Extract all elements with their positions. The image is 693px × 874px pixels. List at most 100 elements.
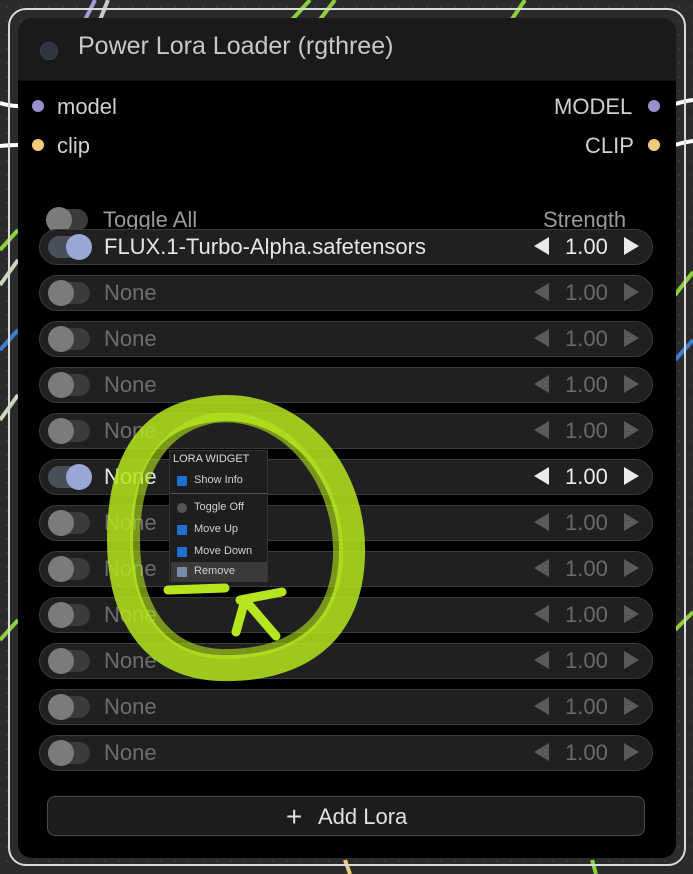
decrease-strength-arrow-icon[interactable]: [534, 237, 549, 255]
lora-strength-value[interactable]: 1.00: [565, 418, 608, 444]
lora-row[interactable]: None 1.00: [39, 459, 653, 495]
model-input-label: model: [57, 94, 117, 119]
add-lora-label: Add Lora: [318, 804, 408, 829]
lora-name[interactable]: None: [104, 464, 157, 490]
lora-widget-context-menu[interactable]: LORA WIDGET Show Info Toggle Off Move Up…: [169, 450, 268, 582]
lora-strength-value[interactable]: 1.00: [565, 372, 608, 398]
lora-toggle-switch[interactable]: [48, 556, 90, 582]
power-lora-loader-node[interactable]: Power Lora Loader (rgthree) model clip M…: [18, 18, 676, 858]
lora-toggle-switch[interactable]: [48, 694, 90, 720]
decrease-strength-arrow-icon[interactable]: [534, 651, 549, 669]
increase-strength-arrow-icon[interactable]: [624, 651, 639, 669]
lora-strength-value[interactable]: 1.00: [565, 740, 608, 766]
lora-strength-value[interactable]: 1.00: [565, 510, 608, 536]
lora-strength-value[interactable]: 1.00: [565, 234, 608, 260]
lora-name[interactable]: None: [104, 556, 157, 582]
decrease-strength-arrow-icon[interactable]: [534, 467, 549, 485]
model-input-dot-icon[interactable]: [32, 100, 44, 112]
lora-name[interactable]: None: [104, 694, 157, 720]
menu-item-remove[interactable]: Remove: [171, 562, 267, 582]
increase-strength-arrow-icon[interactable]: [624, 329, 639, 347]
lora-row[interactable]: None 1.00: [39, 367, 653, 403]
clip-output-label: CLIP: [585, 133, 634, 158]
lora-toggle-switch[interactable]: [48, 510, 90, 536]
lora-name[interactable]: None: [104, 648, 157, 674]
increase-strength-arrow-icon[interactable]: [624, 237, 639, 255]
decrease-strength-arrow-icon[interactable]: [534, 375, 549, 393]
lora-toggle-switch[interactable]: [48, 464, 92, 490]
menu-item-move-up[interactable]: Move Up: [171, 520, 267, 540]
lora-name[interactable]: None: [104, 602, 157, 628]
lora-strength-value[interactable]: 1.00: [565, 326, 608, 352]
lora-toggle-switch[interactable]: [48, 740, 90, 766]
node-title-bar[interactable]: Power Lora Loader (rgthree): [18, 18, 676, 81]
menu-item-label: Show Info: [194, 474, 243, 486]
lora-toggle-switch[interactable]: [48, 418, 90, 444]
lora-row[interactable]: None 1.00: [39, 551, 653, 587]
decrease-strength-arrow-icon[interactable]: [534, 283, 549, 301]
decrease-strength-arrow-icon[interactable]: [534, 421, 549, 439]
lora-row[interactable]: None 1.00: [39, 505, 653, 541]
increase-strength-arrow-icon[interactable]: [624, 467, 639, 485]
lora-name[interactable]: None: [104, 510, 157, 536]
lora-name[interactable]: None: [104, 326, 157, 352]
lora-row[interactable]: None 1.00: [39, 689, 653, 725]
lora-name[interactable]: None: [104, 418, 157, 444]
menu-separator: [171, 493, 267, 494]
increase-strength-arrow-icon[interactable]: [624, 605, 639, 623]
increase-strength-arrow-icon[interactable]: [624, 283, 639, 301]
lora-toggle-switch[interactable]: [48, 602, 90, 628]
toggle-knob: [48, 326, 74, 352]
lora-strength-value[interactable]: 1.00: [565, 280, 608, 306]
lora-strength-value[interactable]: 1.00: [565, 556, 608, 582]
toggle-knob: [48, 280, 74, 306]
model-output-dot-icon[interactable]: [648, 100, 660, 112]
lora-row[interactable]: None 1.00: [39, 321, 653, 357]
clip-input-label: clip: [57, 133, 91, 158]
increase-strength-arrow-icon[interactable]: [624, 375, 639, 393]
increase-strength-arrow-icon[interactable]: [624, 743, 639, 761]
lora-strength-value[interactable]: 1.00: [565, 464, 608, 490]
toggle-dot-icon: [177, 503, 187, 513]
decrease-strength-arrow-icon[interactable]: [534, 605, 549, 623]
lora-row[interactable]: None 1.00: [39, 597, 653, 633]
toggle-knob: [66, 464, 92, 490]
lora-strength-value[interactable]: 1.00: [565, 648, 608, 674]
increase-strength-arrow-icon[interactable]: [624, 697, 639, 715]
menu-item-toggle-off[interactable]: Toggle Off: [171, 498, 267, 518]
lora-strength-value[interactable]: 1.00: [565, 694, 608, 720]
lora-strength-value[interactable]: 1.00: [565, 602, 608, 628]
lora-toggle-switch[interactable]: [48, 234, 92, 260]
clip-output-dot-icon[interactable]: [648, 139, 660, 151]
lora-row[interactable]: FLUX.1-Turbo-Alpha.safetensors 1.00: [39, 229, 653, 265]
decrease-strength-arrow-icon[interactable]: [534, 329, 549, 347]
menu-item-show-info[interactable]: Show Info: [171, 471, 267, 491]
add-lora-button[interactable]: + Add Lora: [47, 796, 645, 836]
lora-name[interactable]: None: [104, 740, 157, 766]
toggle-all-switch[interactable]: [46, 207, 88, 233]
collapse-dot-icon[interactable]: [40, 42, 58, 60]
lora-row[interactable]: None 1.00: [39, 413, 653, 449]
lora-row[interactable]: None 1.00: [39, 643, 653, 679]
lora-toggle-switch[interactable]: [48, 326, 90, 352]
lora-name[interactable]: FLUX.1-Turbo-Alpha.safetensors: [104, 234, 426, 260]
clip-input-dot-icon[interactable]: [32, 139, 44, 151]
decrease-strength-arrow-icon[interactable]: [534, 697, 549, 715]
decrease-strength-arrow-icon[interactable]: [534, 743, 549, 761]
increase-strength-arrow-icon[interactable]: [624, 421, 639, 439]
lora-row[interactable]: None 1.00: [39, 735, 653, 771]
lora-row[interactable]: None 1.00: [39, 275, 653, 311]
increase-strength-arrow-icon[interactable]: [624, 559, 639, 577]
toggle-knob: [48, 418, 74, 444]
toggle-knob: [48, 740, 74, 766]
decrease-strength-arrow-icon[interactable]: [534, 513, 549, 531]
toggle-knob: [48, 694, 74, 720]
increase-strength-arrow-icon[interactable]: [624, 513, 639, 531]
lora-toggle-switch[interactable]: [48, 280, 90, 306]
lora-name[interactable]: None: [104, 372, 157, 398]
decrease-strength-arrow-icon[interactable]: [534, 559, 549, 577]
lora-name[interactable]: None: [104, 280, 157, 306]
lora-toggle-switch[interactable]: [48, 648, 90, 674]
menu-item-move-down[interactable]: Move Down: [171, 542, 267, 562]
lora-toggle-switch[interactable]: [48, 372, 90, 398]
